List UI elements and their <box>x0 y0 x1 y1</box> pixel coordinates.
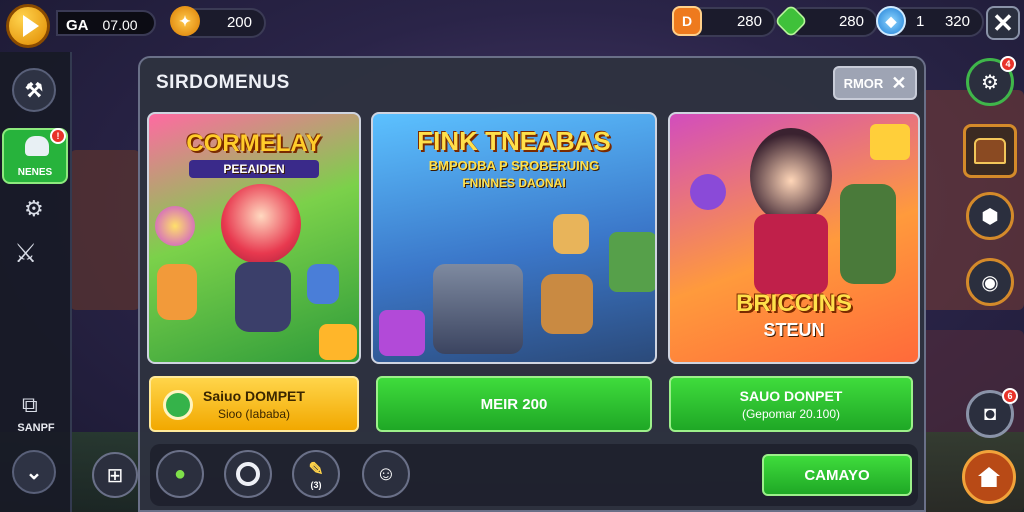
heroine-character <box>750 128 832 224</box>
hero-character <box>221 184 301 264</box>
bag-icon: ◉ <box>981 271 999 294</box>
card-3-action-button[interactable]: SAUO DONPET (Gepomar 20.100) <box>669 376 913 432</box>
chat-icon: ☺ <box>375 462 397 485</box>
chevron-down-icon: ⌄ <box>25 461 43 484</box>
pen-icon: ✎ <box>308 458 324 479</box>
card-1-action-button[interactable]: Saiuo DOMPET Sioo (Iababa) <box>149 376 359 432</box>
sidebar-alert-badge: ! <box>50 128 66 144</box>
shield-icon: ⬢ <box>981 205 999 228</box>
sidebar-bottom-label: SANPF <box>17 422 55 434</box>
settings-badge: 4 <box>1000 56 1016 72</box>
green-resource-value: 280 <box>838 13 864 30</box>
card-button-title: SAUO DONPET <box>739 387 843 404</box>
coin-item <box>319 324 357 360</box>
card-button-title: MEIR 200 <box>480 395 548 413</box>
grid-icon: ⊞ <box>106 464 124 487</box>
hero-body <box>235 262 291 332</box>
ball-item <box>155 206 195 246</box>
card-title: FINK TNEABAS <box>417 126 611 156</box>
card-button-title: Saiuo DOMPET <box>203 387 305 404</box>
gift-item <box>870 124 910 160</box>
wrench-icon[interactable]: ⚙ <box>24 196 44 222</box>
tools-icon[interactable]: ⚔ <box>14 238 37 269</box>
left-sidebar <box>0 52 72 512</box>
event-card-2[interactable]: FINK TNEABAS BMPODBA P SROBERUING FNINNE… <box>371 112 657 364</box>
goblin-character <box>840 184 896 284</box>
card-title: BRICCINS <box>735 290 852 317</box>
small-companion <box>307 264 339 304</box>
blue-shield-icon: ◆ <box>876 6 906 36</box>
card-button-subtitle: (Gepomar 20.100) <box>741 406 841 421</box>
event-card-3[interactable]: BRICCINS STEUN <box>668 112 920 364</box>
camera-badge: 6 <box>1002 388 1018 404</box>
card-subtitle: BMPODBA P SROBERUING <box>428 158 600 173</box>
play-icon <box>22 15 39 37</box>
card-button-subtitle: Sioo (Iababa) <box>217 406 291 421</box>
card-subtitle-2: FNINNES DAONAI <box>462 176 566 190</box>
card-subtitle: STEUN <box>763 320 825 340</box>
potion-icon: ● <box>173 462 187 485</box>
game-title: GA <box>66 17 89 34</box>
gem-bag-icon: ✦ <box>170 6 200 36</box>
chest-button[interactable] <box>963 124 1017 178</box>
sidebar-menu-button[interactable]: ⚒ <box>12 68 56 112</box>
grid-button[interactable]: ⊞ <box>92 452 138 498</box>
camera-icon: ◘ <box>983 402 997 425</box>
confirm-button[interactable]: CAMAYO <box>762 454 912 496</box>
close-icon: ✕ <box>992 7 1014 38</box>
card-2-action-button[interactable]: MEIR 200 <box>376 376 652 432</box>
pen-caption: (3) <box>310 479 322 490</box>
close-icon: ✕ <box>891 72 907 93</box>
inventory-button[interactable]: ◉ <box>966 258 1014 306</box>
orb-item <box>690 174 726 210</box>
bottom-toolbar: ● ✎ (3) ☺ CAMAYO <box>150 444 918 506</box>
share-icon[interactable]: ⧉ <box>22 392 38 418</box>
hammer-icon: ⚒ <box>25 79 43 102</box>
home-icon <box>978 467 1000 487</box>
game-title-bar: GA 07.00 <box>56 10 156 36</box>
card-title: CORMELAY <box>186 130 322 157</box>
background-house <box>70 150 140 310</box>
cat-character <box>553 214 589 254</box>
card-subtitle: PEEAIDEN <box>189 160 319 178</box>
crate-item <box>379 310 425 356</box>
orange-resource-icon: D <box>672 6 702 36</box>
robot-arm <box>433 264 523 354</box>
gem-value: 200 <box>226 14 252 31</box>
chat-button[interactable]: ☺ <box>362 450 410 498</box>
blue-resource-value: 320 <box>944 13 970 30</box>
blue-resource-count: 1 <box>916 13 925 30</box>
close-button[interactable]: ✕ <box>986 6 1020 40</box>
helmet-icon <box>25 136 49 156</box>
sidebar-item-label: NENES <box>17 167 53 178</box>
ring-icon <box>236 462 260 486</box>
fox-companion <box>157 264 197 320</box>
play-coin-button[interactable] <box>6 4 50 48</box>
potion-button[interactable]: ● <box>156 450 204 498</box>
tree-prop <box>609 232 655 292</box>
dog-character <box>541 274 593 334</box>
chest-icon <box>974 138 1006 164</box>
orange-resource-value: 280 <box>736 13 762 30</box>
more-close-button[interactable]: RMOR ✕ <box>833 66 917 100</box>
sidebar-expand-button[interactable]: ⌄ <box>12 450 56 494</box>
main-panel: SIRDOMENUS RMOR ✕ CORMELAY PEEAIDEN FINK … <box>138 56 926 512</box>
panel-title: SIRDOMENUS <box>156 72 290 93</box>
event-card-1[interactable]: CORMELAY PEEAIDEN <box>147 112 361 364</box>
gear-icon: ⚙ <box>981 71 999 94</box>
more-button-label: RMOR <box>843 75 884 91</box>
pen-button[interactable]: ✎ (3) <box>292 450 340 498</box>
shield-icon <box>163 390 193 420</box>
ring-button[interactable] <box>224 450 272 498</box>
heroine-body <box>754 214 828 294</box>
gold-value: 07.00 <box>102 17 138 33</box>
shield-button[interactable]: ⬢ <box>966 192 1014 240</box>
home-button[interactable] <box>962 450 1016 504</box>
